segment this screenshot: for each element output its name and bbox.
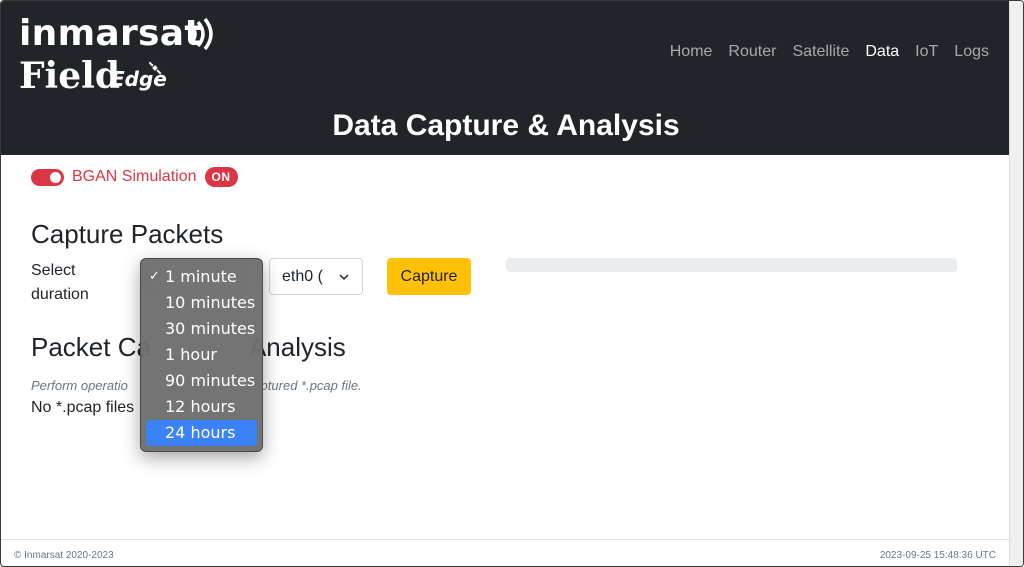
nav-home[interactable]: Home — [670, 43, 713, 61]
option-label: 1 minute — [165, 267, 237, 286]
analysis-heading-start: Packet Ca — [31, 332, 151, 362]
footer-copyright: © Inmarsat 2020-2023 — [14, 550, 114, 561]
app-window: inmarsat Field Edge Home Router Satellit… — [0, 0, 1024, 567]
simulation-toggle[interactable] — [31, 168, 64, 186]
analysis-desc-end: captured *.pcap file. — [246, 378, 362, 393]
duration-option[interactable]: 90 minutes — [146, 368, 257, 394]
analysis-desc-start: Perform operatio — [31, 378, 128, 393]
duration-option-highlighted[interactable]: 24 hours — [146, 420, 257, 446]
simulation-label: BGAN Simulation — [72, 168, 197, 185]
brand-name: inmarsat — [19, 13, 202, 54]
option-label: 12 hours — [165, 397, 236, 416]
nav-router[interactable]: Router — [728, 43, 776, 61]
option-label: 1 hour — [165, 345, 217, 364]
nav-iot[interactable]: IoT — [915, 43, 938, 61]
main-nav: Home Router Satellite Data IoT Logs — [670, 43, 989, 61]
option-label: 24 hours — [165, 423, 236, 442]
option-label: 10 minutes — [165, 293, 256, 312]
nav-satellite[interactable]: Satellite — [792, 43, 849, 61]
checkmark-icon: ✓ — [149, 269, 160, 284]
option-label: 30 minutes — [165, 319, 256, 338]
scrollbar[interactable] — [1009, 1, 1023, 566]
no-files-message: No *.pcap files — [31, 399, 135, 416]
duration-option[interactable]: 1 hour — [146, 342, 257, 368]
duration-option[interactable]: ✓ 1 minute — [146, 264, 257, 290]
product-name: Field — [19, 55, 120, 97]
analysis-heading-end: Analysis — [248, 332, 346, 362]
signal-waves-icon — [189, 17, 213, 51]
nav-logs[interactable]: Logs — [954, 43, 989, 61]
status-badge: ON — [204, 167, 238, 187]
interface-select[interactable]: eth0 ( — [269, 258, 363, 295]
option-label: 90 minutes — [165, 371, 256, 390]
satellite-icon — [148, 61, 162, 75]
duration-dropdown-menu: ✓ 1 minute 10 minutes 30 minutes 1 hour … — [140, 258, 263, 452]
chevron-down-icon — [339, 274, 349, 281]
nav-data[interactable]: Data — [865, 43, 899, 61]
duration-option[interactable]: 30 minutes — [146, 316, 257, 342]
duration-label: Select duration — [31, 262, 89, 303]
capture-progress — [506, 258, 957, 272]
page-title: Data Capture & Analysis — [332, 109, 680, 142]
duration-option[interactable]: 12 hours — [146, 394, 257, 420]
footer-timestamp: 2023-09-25 15:48:36 UTC — [879, 550, 996, 561]
interface-value: eth0 ( — [282, 268, 323, 285]
capture-button[interactable]: Capture — [387, 258, 471, 295]
simulation-row: BGAN Simulation ON — [31, 167, 238, 187]
header: inmarsat Field Edge Home Router Satellit… — [1, 1, 1011, 155]
footer-divider — [1, 539, 1011, 540]
duration-option[interactable]: 10 minutes — [146, 290, 257, 316]
capture-heading: Capture Packets — [31, 219, 224, 249]
